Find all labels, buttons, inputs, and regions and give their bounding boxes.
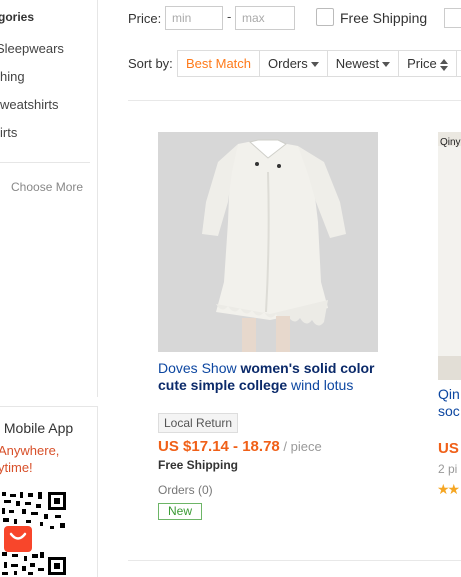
product-title-prefix: Doves Show: [158, 360, 241, 376]
product-title-suffix: wind lotus: [287, 377, 354, 393]
product-price: US $17.14 - 18.78 / piece: [158, 438, 322, 455]
new-badge: New: [158, 503, 202, 520]
sidebar-separator: [0, 162, 90, 163]
price-range-dash: -: [227, 9, 232, 24]
product-image[interactable]: [158, 132, 378, 352]
sort-orders[interactable]: Orders: [260, 51, 328, 76]
chevron-down-icon: [310, 62, 319, 68]
qr-code-image: [0, 490, 68, 577]
product-2-title-line-1: Qin: [438, 386, 460, 402]
product-free-shipping: Free Shipping: [158, 458, 239, 472]
mobile-app-title: s Mobile App: [0, 420, 74, 436]
categories-title: gories: [0, 10, 35, 24]
sort-best-match-label: Best Match: [186, 56, 252, 71]
choose-more-link[interactable]: Choose More: [11, 180, 83, 194]
product-2-price: US: [438, 440, 459, 457]
sidebar-item-sweatshirts[interactable]: weatshirts: [0, 97, 59, 112]
product-price-value: US $17.14 - 18.78: [158, 438, 280, 455]
price-min-input[interactable]: [165, 6, 223, 30]
local-return-badge: Local Return: [158, 413, 239, 433]
product-2-image-caption: Qiny: [440, 137, 461, 148]
product-2-title[interactable]: Qin soc: [438, 386, 461, 420]
price-max-input[interactable]: [235, 6, 295, 30]
sort-options-bar: Best Match Orders Newest Price: [177, 50, 461, 77]
sort-up-down-icon: [439, 58, 448, 71]
filter-toggle-partial[interactable]: [444, 8, 461, 28]
product-orders: Orders (0): [158, 483, 213, 497]
results-header-separator: [128, 100, 461, 101]
sort-by-label: Sort by:: [128, 56, 173, 71]
app-panel-border: [0, 406, 97, 407]
results-bottom-separator: [128, 560, 461, 561]
sort-price[interactable]: Price: [399, 51, 457, 76]
mobile-app-tagline-1: Anywhere,: [0, 443, 60, 458]
product-image-2[interactable]: Qiny: [438, 132, 461, 380]
sidebar-divider: [97, 0, 98, 397]
product-2-photo: [438, 132, 461, 380]
sort-newest-label: Newest: [335, 56, 380, 71]
sort-newest[interactable]: Newest: [328, 51, 400, 76]
chevron-down-icon: [382, 62, 391, 68]
product-2-title-line-2: soc: [438, 403, 460, 419]
sidebar-item-sleepwears[interactable]: Sleepwears: [0, 41, 64, 56]
free-shipping-label[interactable]: Free Shipping: [340, 10, 427, 26]
white-dress-photo: [158, 132, 378, 352]
product-title[interactable]: Doves Show women's solid color cute simp…: [158, 360, 388, 394]
sort-orders-label: Orders: [268, 56, 308, 71]
star-icon: ★★: [437, 481, 460, 497]
product-2-pieces: 2 pi: [438, 462, 458, 476]
price-filter-label: Price:: [128, 11, 162, 26]
sort-best-match[interactable]: Best Match: [178, 51, 261, 76]
sidebar-item-shirts[interactable]: irts: [0, 125, 17, 140]
product-price-unit: / piece: [279, 439, 322, 454]
sidebar-item-clothing[interactable]: hing: [0, 69, 25, 84]
app-panel-border-right: [97, 406, 98, 577]
free-shipping-checkbox[interactable]: [316, 8, 334, 26]
mobile-app-tagline-2: ytime!: [0, 460, 33, 475]
sort-price-label: Price: [407, 56, 437, 71]
